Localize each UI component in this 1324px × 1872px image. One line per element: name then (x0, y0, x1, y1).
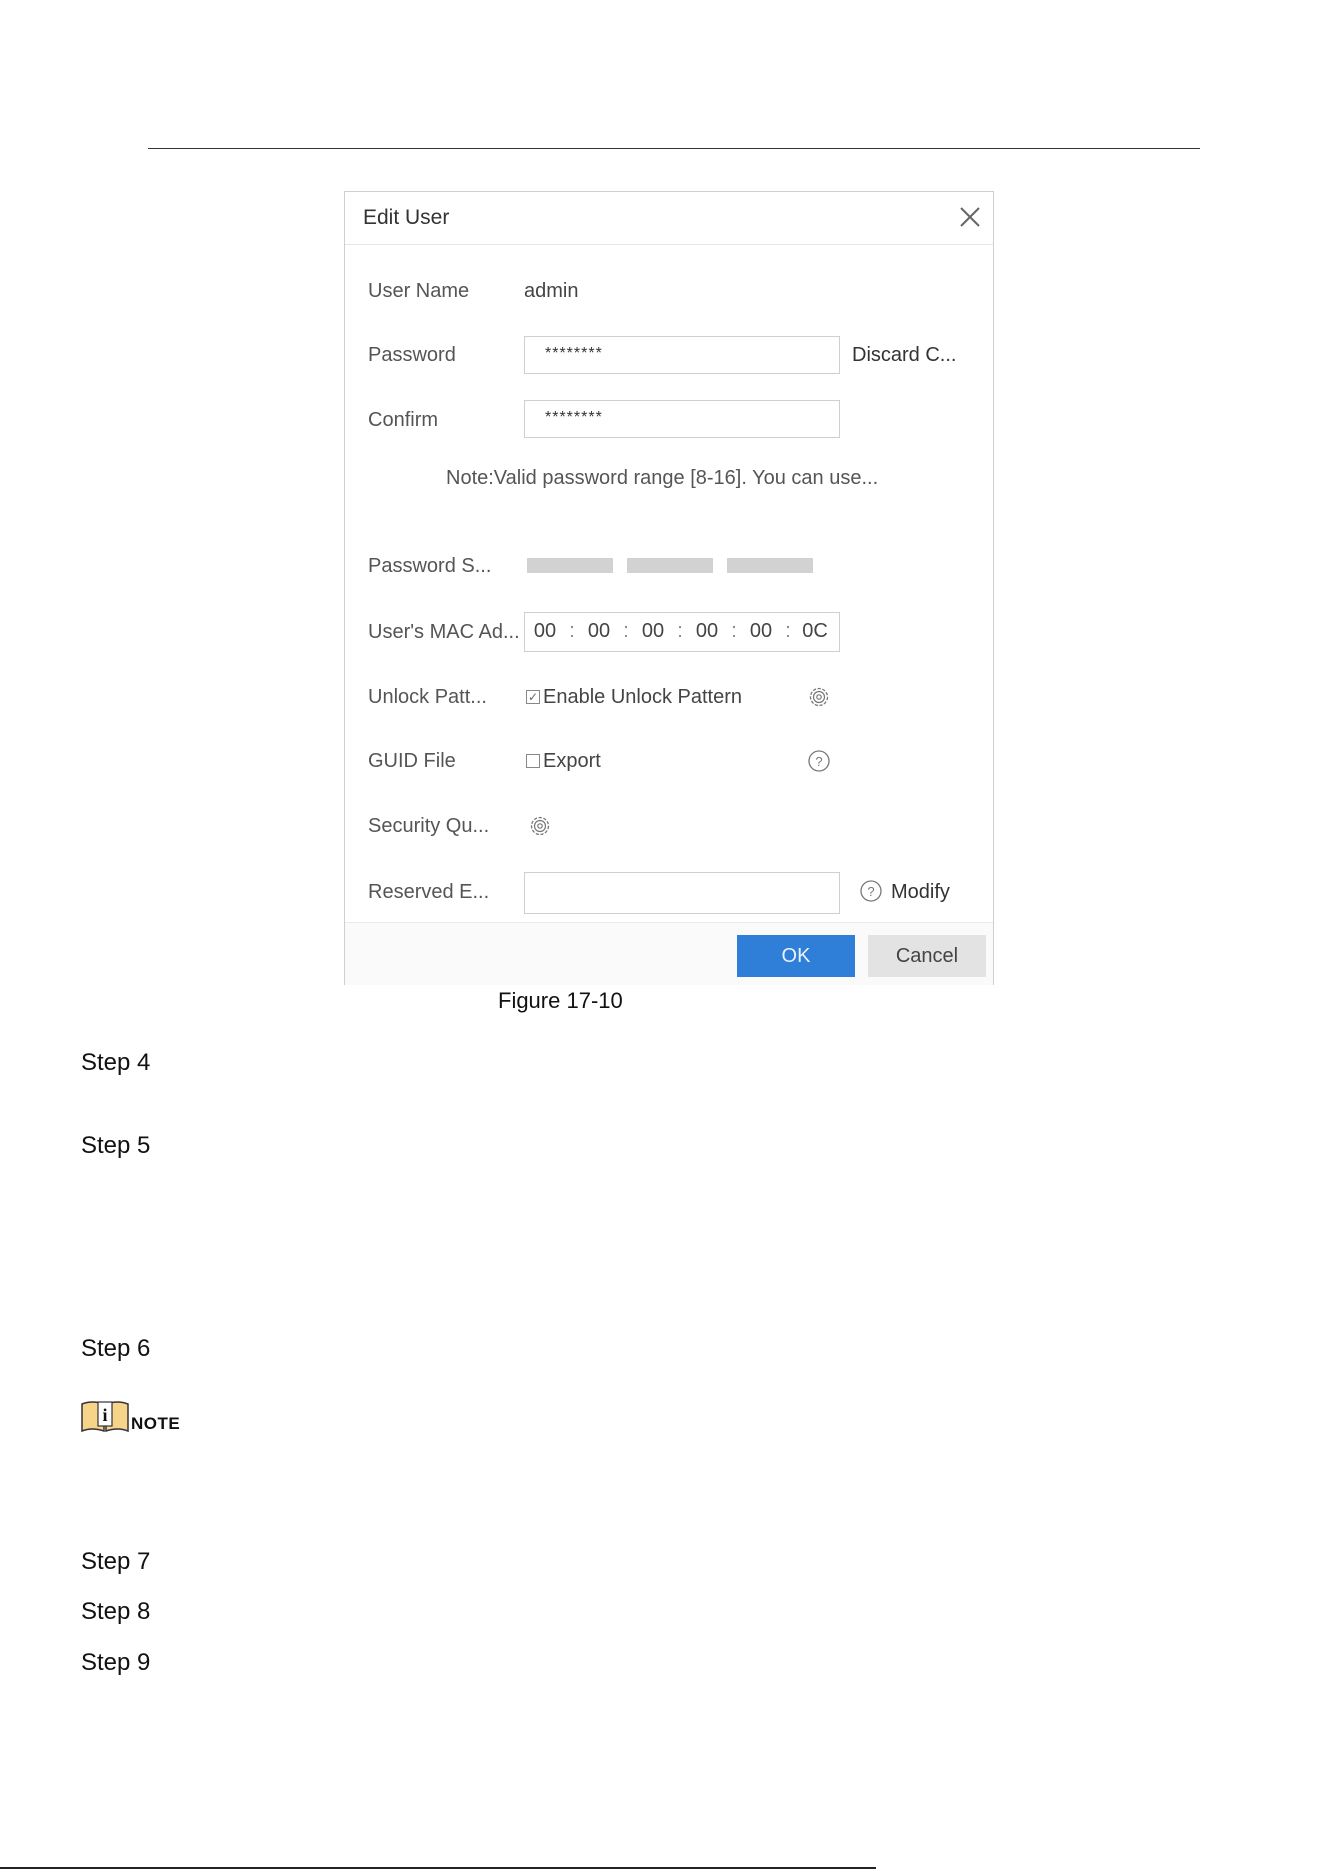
header-rule (148, 148, 1200, 149)
reserved-email-input[interactable] (524, 872, 840, 914)
figure-caption: Figure 17-10 (498, 988, 623, 1013)
cancel-button[interactable]: Cancel (868, 935, 986, 977)
mac-segment[interactable]: 00 (633, 620, 673, 643)
guid-export-checkbox[interactable] (526, 754, 540, 768)
close-icon[interactable] (955, 202, 985, 232)
password-input[interactable]: ******** (524, 336, 840, 374)
step-label: Step 6 (81, 1335, 151, 1362)
mac-separator: : (569, 620, 575, 642)
note-label: NOTE (131, 1414, 181, 1433)
step-label: Step 9 (81, 1649, 151, 1676)
svg-text:?: ? (815, 754, 822, 769)
modify-link[interactable]: Modify (891, 881, 950, 904)
mac-separator: : (785, 620, 791, 642)
svg-text:i: i (102, 1405, 107, 1425)
unlock-pattern-checkbox-label: Enable Unlock Pattern (543, 686, 743, 708)
note-icon: i (81, 1401, 129, 1433)
ok-button[interactable]: OK (737, 935, 855, 977)
user-name-label: User Name (368, 280, 470, 302)
svg-text:?: ? (867, 884, 874, 899)
unlock-pattern-label: Unlock Patt... (368, 686, 487, 708)
password-strength-label: Password S... (368, 555, 492, 577)
strength-bar-1 (527, 558, 613, 573)
strength-bar-3 (727, 558, 813, 573)
confirm-label: Confirm (368, 409, 439, 431)
mac-segment[interactable]: 00 (525, 620, 565, 643)
password-label: Password (368, 344, 456, 366)
help-icon[interactable]: ? (806, 748, 832, 774)
step-label: Step 8 (81, 1598, 151, 1625)
footer-rule (0, 1867, 876, 1869)
mac-separator: : (677, 620, 683, 642)
user-name-value: admin (524, 280, 579, 302)
mac-separator: : (731, 620, 737, 642)
strength-bar-2 (627, 558, 713, 573)
mac-address-input[interactable]: 00:00:00:00:00:0C (524, 612, 840, 652)
guid-export-label: Export (543, 750, 601, 772)
dialog-header: Edit User (345, 192, 993, 245)
help-icon[interactable]: ? (858, 878, 884, 904)
gear-icon[interactable] (806, 684, 832, 710)
mac-separator: : (623, 620, 629, 642)
unlock-pattern-checkbox[interactable]: ✓ (526, 690, 540, 704)
confirm-input[interactable]: ******** (524, 400, 840, 438)
discard-changes-link[interactable]: Discard C... (852, 344, 956, 367)
mac-segment[interactable]: 00 (741, 620, 781, 643)
dialog-title: Edit User (363, 206, 450, 229)
guid-file-label: GUID File (368, 750, 456, 772)
step-label: Step 5 (81, 1132, 151, 1159)
gear-icon[interactable] (527, 813, 553, 839)
mac-address-label: User's MAC Ad... (368, 621, 520, 643)
mac-segment[interactable]: 0C (795, 620, 835, 643)
password-note: Note:Valid password range [8-16]. You ca… (446, 467, 879, 489)
reserved-email-label: Reserved E... (368, 881, 490, 903)
step-label: Step 4 (81, 1049, 151, 1076)
mac-segment[interactable]: 00 (687, 620, 727, 643)
edit-user-dialog: Edit User User Name admin Password *****… (344, 191, 994, 985)
mac-segment[interactable]: 00 (579, 620, 619, 643)
security-question-label: Security Qu... (368, 815, 490, 837)
step-label: Step 7 (81, 1548, 151, 1575)
